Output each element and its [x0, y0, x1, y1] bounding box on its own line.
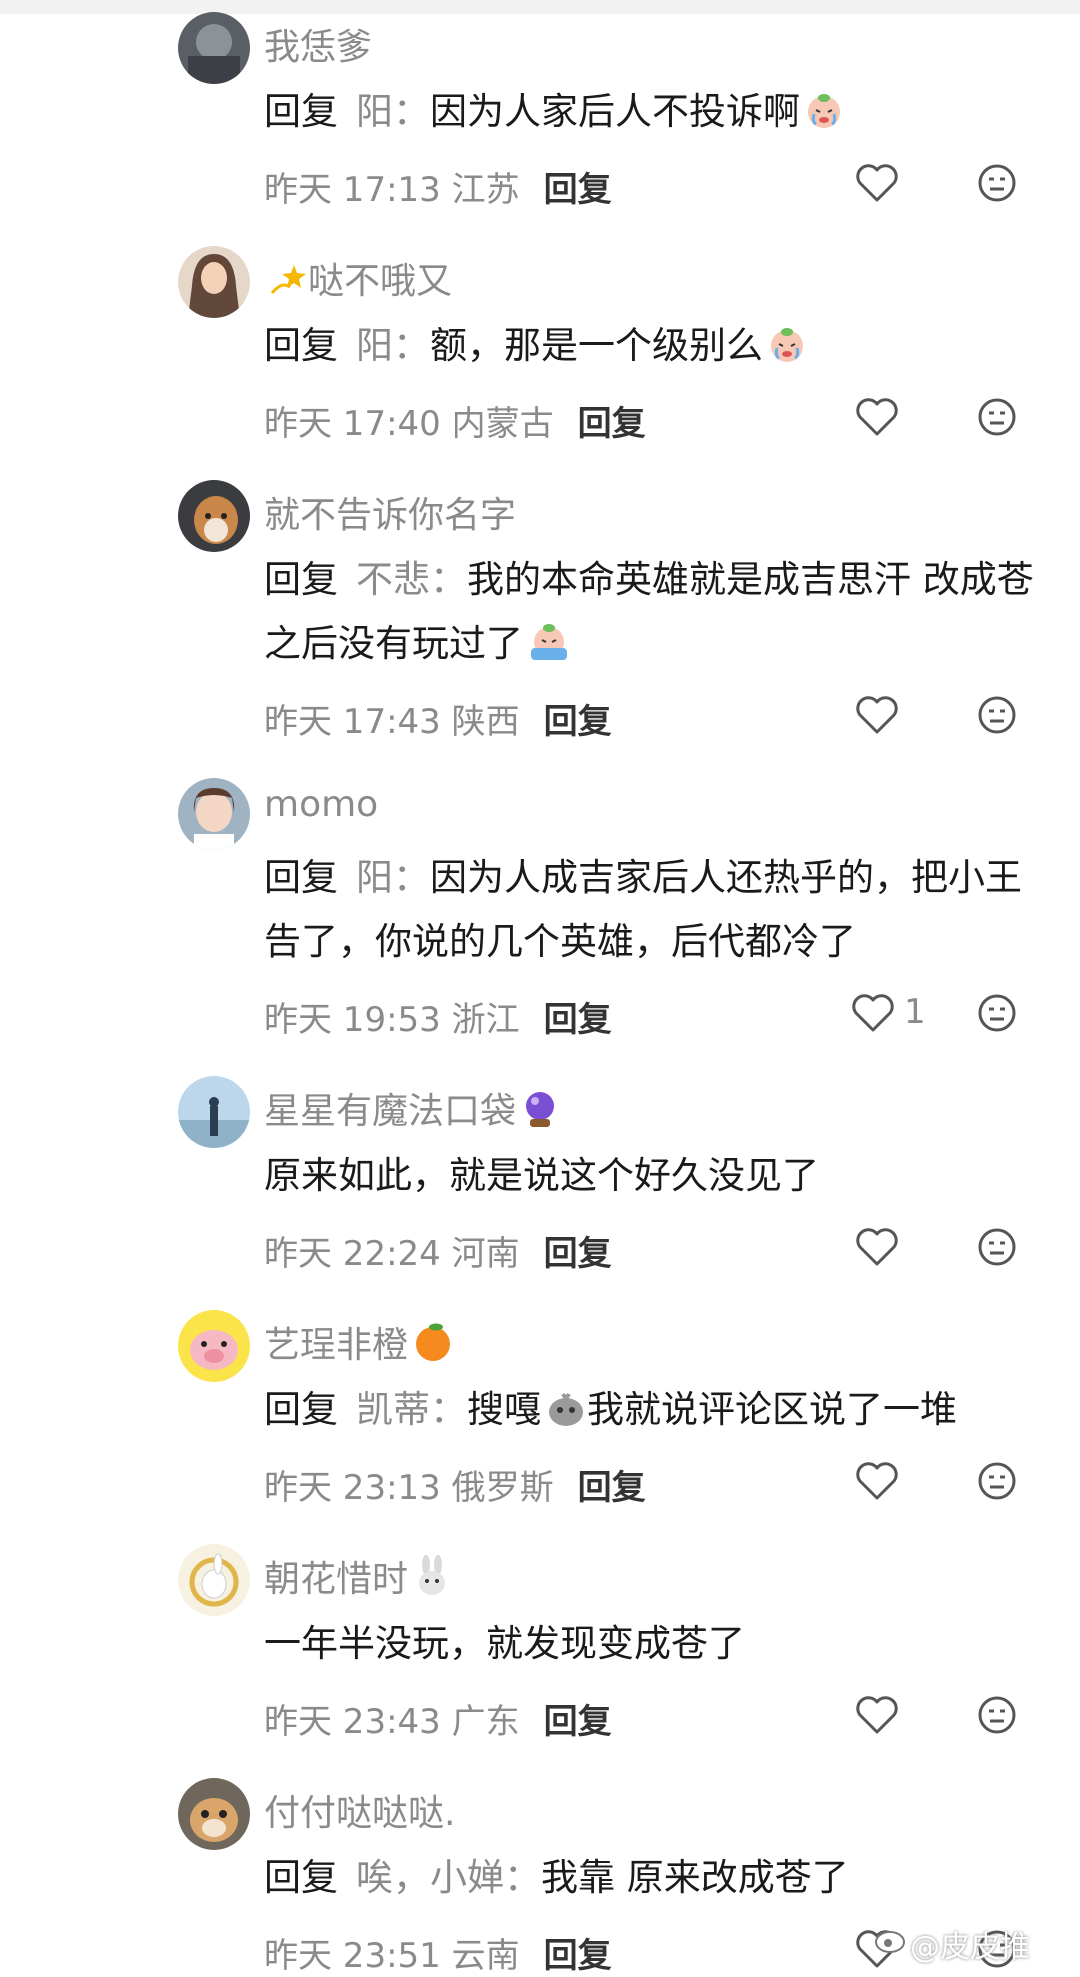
neutral-face-icon	[978, 398, 1016, 436]
comment-meta: 昨天 23:43 广东 回复	[264, 1702, 612, 1742]
username[interactable]: 我恁爹	[264, 18, 372, 70]
comment-meta: 昨天 22:24 河南 回复	[264, 1234, 612, 1274]
reply-button[interactable]: 回复	[544, 1000, 612, 1040]
crying-face-emoji	[527, 618, 571, 682]
username[interactable]: 朝花惜时	[264, 1550, 452, 1606]
avatar[interactable]	[178, 1076, 250, 1148]
comment-meta: 昨天 17:40 内蒙古 回复	[264, 404, 646, 444]
watermark: @皮皮推	[910, 1930, 1030, 1965]
username[interactable]: momo	[264, 784, 378, 825]
dislike-button[interactable]	[976, 1694, 1018, 1736]
heart-outline-icon	[856, 164, 898, 202]
username[interactable]: 付付哒哒哒.	[264, 1784, 455, 1836]
avatar[interactable]	[178, 12, 250, 84]
reply-button[interactable]: 回复	[544, 1702, 612, 1742]
comment-text: 回复 凯蒂：搜嘎 我就说评论区说了一堆	[264, 1378, 1034, 1448]
comment-meta: 昨天 23:51 云南 回复	[264, 1936, 612, 1976]
comment-text: 回复 阳：额，那是一个级别么	[264, 314, 1034, 384]
comment-text: 回复 阳：因为人家后人不投诉啊	[264, 80, 1034, 150]
like-count: 1	[904, 992, 926, 1032]
crying-face-emoji	[804, 86, 844, 150]
reply-button[interactable]: 回复	[544, 1936, 612, 1976]
avatar[interactable]	[178, 1310, 250, 1382]
reply-button[interactable]: 回复	[544, 702, 612, 742]
avatar[interactable]	[178, 1778, 250, 1850]
dislike-button[interactable]	[976, 694, 1018, 736]
avatar[interactable]	[178, 246, 250, 318]
comment-meta: 昨天 17:13 江苏 回复	[264, 170, 612, 210]
comment-text: 原来如此，就是说这个好久没见了	[264, 1154, 819, 1197]
username[interactable]: 星星有魔法口袋	[264, 1082, 560, 1138]
crying-face-emoji	[767, 320, 807, 384]
comment-text: 回复 唉，小婵：我靠 原来改成苍了	[264, 1856, 849, 1899]
heart-outline-icon	[856, 696, 898, 734]
like-button[interactable]	[850, 992, 896, 1034]
weibo-logo-icon	[874, 1924, 908, 1958]
comment-meta: 昨天 19:53 浙江 回复	[264, 1000, 612, 1040]
avatar[interactable]	[178, 480, 250, 552]
reply-button[interactable]: 回复	[544, 170, 612, 210]
like-button[interactable]	[854, 1226, 900, 1268]
heart-outline-icon	[856, 1462, 898, 1500]
rabbit-emoji	[412, 1555, 452, 1606]
gray-blob-emoji	[545, 1384, 587, 1448]
heart-outline-icon	[856, 1228, 898, 1266]
comment-meta: 昨天 17:43 陕西 回复	[264, 702, 612, 742]
dislike-button[interactable]	[976, 992, 1018, 1034]
neutral-face-icon	[978, 1462, 1016, 1500]
username[interactable]: 就不告诉你名字	[264, 486, 516, 538]
dislike-button[interactable]	[976, 1460, 1018, 1502]
username[interactable]: 艺珵非橙	[264, 1316, 454, 1372]
like-button[interactable]	[854, 1694, 900, 1736]
reply-button[interactable]: 回复	[578, 1468, 646, 1508]
like-button[interactable]	[854, 694, 900, 736]
username[interactable]: 哒不哦又	[264, 252, 452, 308]
comment-text: 回复 不悲：我的本命英雄就是成吉思汗 改成苍之后没有玩过了	[264, 548, 1034, 682]
comment-text: 一年半没玩，就发现变成苍了	[264, 1622, 745, 1665]
heart-outline-icon	[856, 1696, 898, 1734]
comment-text: 回复 阳：因为人成吉家后人还热乎的，把小王告了，你说的几个英雄，后代都冷了	[264, 856, 1022, 963]
avatar[interactable]	[178, 778, 250, 850]
neutral-face-icon	[978, 1228, 1016, 1266]
like-button[interactable]	[854, 1460, 900, 1502]
tangerine-emoji	[412, 1321, 454, 1372]
like-button[interactable]	[854, 162, 900, 204]
heart-outline-icon	[856, 398, 898, 436]
neutral-face-icon	[978, 164, 1016, 202]
dislike-button[interactable]	[976, 1226, 1018, 1268]
neutral-face-icon	[978, 1696, 1016, 1734]
neutral-face-icon	[978, 696, 1016, 734]
crystal-ball-emoji	[520, 1089, 560, 1138]
reply-button[interactable]: 回复	[544, 1234, 612, 1274]
like-button[interactable]	[854, 396, 900, 438]
dislike-button[interactable]	[976, 396, 1018, 438]
comment-meta: 昨天 23:13 俄罗斯 回复	[264, 1468, 646, 1508]
avatar[interactable]	[178, 1544, 250, 1616]
dizzy-star-emoji	[268, 259, 308, 308]
heart-outline-icon	[852, 994, 894, 1032]
neutral-face-icon	[978, 994, 1016, 1032]
top-divider	[0, 0, 1080, 14]
reply-button[interactable]: 回复	[578, 404, 646, 444]
dislike-button[interactable]	[976, 162, 1018, 204]
